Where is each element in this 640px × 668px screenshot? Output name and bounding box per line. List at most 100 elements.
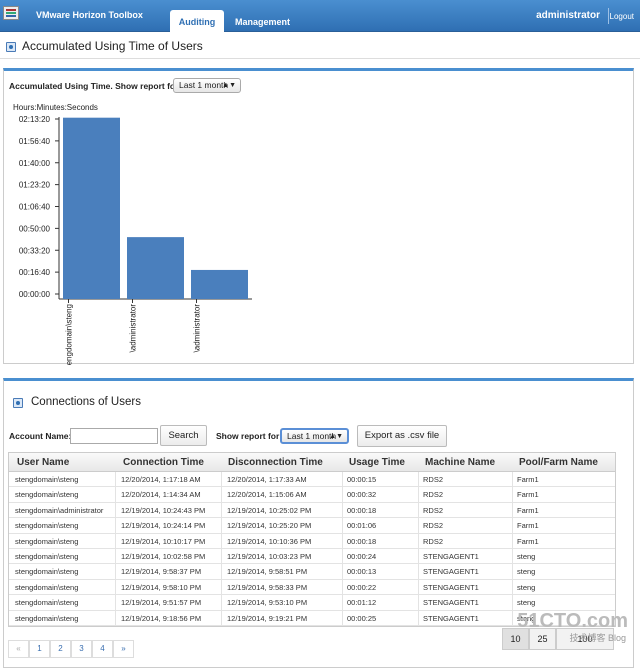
table-row[interactable]: stengdomain\steng 12/20/2014, 1:17:18 AM 1… xyxy=(9,472,615,488)
select-arrows-icon: ▲▼ xyxy=(329,433,343,440)
cell-pool-farm-name: steng xyxy=(517,582,536,592)
table-row[interactable]: stengdomain\administrator 12/19/2014, 10:… xyxy=(9,503,615,519)
app-title: VMware Horizon Toolbox xyxy=(36,10,143,20)
cell-machine-name: STENGAGENT1 xyxy=(423,567,479,577)
cell-user-name: stengdomain\steng xyxy=(15,475,79,484)
connections-report-label: Show report for: xyxy=(216,431,283,441)
cell-disconnection-time: 12/20/2014, 1:15:06 AM xyxy=(227,490,307,500)
cell-machine-name: RDS2 xyxy=(423,536,444,546)
cell-user-name: stengdomain\steng xyxy=(15,598,79,608)
usage-report-label: Accumulated Using Time. Show report for: xyxy=(9,81,182,91)
cell-disconnection-time: 12/19/2014, 9:58:33 PM xyxy=(227,582,308,592)
y-tick-label: 00:33:20 xyxy=(19,246,51,255)
cell-user-name: stengdomain\steng xyxy=(15,613,79,623)
column-header-user-name[interactable]: User Name xyxy=(17,457,69,468)
cell-pool-farm-name: steng xyxy=(517,598,536,608)
cell-connection-time: 12/20/2014, 1:14:34 AM xyxy=(121,490,201,500)
cell-pool-farm-name: steng xyxy=(517,552,536,561)
account-name-input[interactable] xyxy=(70,428,158,444)
cell-usage-time: 00:00:18 xyxy=(347,505,377,515)
cell-connection-time: 12/19/2014, 10:24:14 PM xyxy=(121,521,206,531)
table-row[interactable]: stengdomain\steng 12/19/2014, 9:51:57 PM 1… xyxy=(9,595,615,611)
column-header-connection-time[interactable]: Connection Time xyxy=(123,457,204,468)
pagination-next[interactable]: » xyxy=(113,640,134,658)
table-row[interactable]: stengdomain\steng 12/20/2014, 1:14:34 AM 1… xyxy=(9,487,615,503)
y-tick-label: 00:16:40 xyxy=(19,268,51,277)
y-tick-label: 00:00:00 xyxy=(19,290,51,299)
pagination-page-1[interactable]: 1 xyxy=(29,640,50,658)
cell-usage-time: 00:00:25 xyxy=(347,613,377,623)
table-row[interactable]: stengdomain\steng 12/19/2014, 10:10:17 PM… xyxy=(9,534,615,549)
cell-disconnection-time: 12/19/2014, 9:58:51 PM xyxy=(227,567,308,577)
cell-user-name: stengdomain\steng xyxy=(15,582,79,592)
cell-connection-time: 12/19/2014, 9:18:56 PM xyxy=(121,613,202,623)
usage-period-select[interactable]: Last 1 month ▲▼ xyxy=(173,78,241,93)
cell-machine-name: RDS2 xyxy=(423,521,444,531)
x-tick-label: \administrator xyxy=(129,304,138,353)
cell-disconnection-time: 12/19/2014, 10:10:36 PM xyxy=(227,536,312,546)
export-csv-button[interactable]: Export as .csv file xyxy=(357,425,447,447)
cell-pool-farm-name: Farm1 xyxy=(517,505,539,515)
cell-connection-time: 12/19/2014, 10:10:17 PM xyxy=(121,536,206,546)
connections-table-body: stengdomain\steng 12/20/2014, 1:17:18 AM 1… xyxy=(8,472,616,627)
cell-machine-name: RDS2 xyxy=(423,490,444,500)
cell-disconnection-time: 12/19/2014, 10:25:02 PM xyxy=(227,505,312,515)
x-tick-label: stengdomain\steng xyxy=(65,304,74,365)
cell-machine-name: STENGAGENT1 xyxy=(423,552,479,561)
chart-bar[interactable] xyxy=(127,237,184,299)
cell-connection-time: 12/19/2014, 10:24:43 PM xyxy=(121,505,206,515)
cell-usage-time: 00:00:32 xyxy=(347,490,377,500)
usage-period-value: Last 1 month xyxy=(179,80,229,90)
tab-management[interactable]: Management xyxy=(227,10,298,32)
y-tick-label: 00:50:00 xyxy=(19,224,51,233)
pagination-page-3[interactable]: 3 xyxy=(71,640,92,658)
table-row[interactable]: stengdomain\steng 12/19/2014, 10:24:14 PM… xyxy=(9,518,615,534)
chart-bar[interactable] xyxy=(63,117,120,299)
cell-usage-time: 00:01:06 xyxy=(347,521,377,531)
table-row[interactable]: stengdomain\steng 12/19/2014, 9:58:37 PM 1… xyxy=(9,564,615,580)
x-tick-label: \administrator xyxy=(193,304,202,353)
logout-link[interactable]: Logout xyxy=(610,12,634,21)
cell-pool-farm-name: Farm1 xyxy=(517,490,539,500)
cell-user-name: stengdomain\administrator xyxy=(15,505,104,515)
cell-user-name: stengdomain\steng xyxy=(15,567,79,577)
cell-user-name: stengdomain\steng xyxy=(15,521,79,531)
cell-user-name: stengdomain\steng xyxy=(15,536,79,546)
cell-disconnection-time: 12/19/2014, 9:53:10 PM xyxy=(227,598,308,608)
section-collapse-icon[interactable] xyxy=(13,398,23,408)
tab-auditing[interactable]: Auditing xyxy=(170,10,224,33)
chart-bar[interactable] xyxy=(191,269,248,299)
cell-usage-time: 00:00:15 xyxy=(347,475,377,484)
connections-section-header: Connections of Users xyxy=(4,391,634,415)
y-tick-label: 01:23:20 xyxy=(19,181,51,190)
pagination-page-4[interactable]: 4 xyxy=(92,640,113,658)
cell-machine-name: STENGAGENT1 xyxy=(423,613,479,623)
pagination-page-2[interactable]: 2 xyxy=(50,640,71,658)
column-header-usage-time[interactable]: Usage Time xyxy=(349,457,405,468)
connections-section-title: Connections of Users xyxy=(31,396,141,408)
column-header-disconnection-time[interactable]: Disconnection Time xyxy=(228,457,323,468)
cell-machine-name: RDS2 xyxy=(423,505,444,515)
cell-user-name: stengdomain\steng xyxy=(15,552,79,561)
cell-connection-time: 12/19/2014, 9:51:57 PM xyxy=(121,598,202,608)
column-header-pool-farm-name[interactable]: Pool/Farm Name xyxy=(519,457,598,468)
y-tick-label: 02:13:20 xyxy=(19,115,51,124)
connections-period-select[interactable]: Last 1 month ▲▼ xyxy=(280,428,349,444)
account-name-label: Account Name: xyxy=(9,431,72,441)
cell-pool-farm-name: Farm1 xyxy=(517,475,539,484)
y-tick-label: 01:56:40 xyxy=(19,137,51,146)
section-collapse-icon[interactable] xyxy=(6,42,16,52)
pagination-prev[interactable]: « xyxy=(8,640,29,658)
cell-disconnection-time: 12/19/2014, 10:25:20 PM xyxy=(227,521,312,531)
select-arrows-icon: ▲▼ xyxy=(222,82,236,89)
cell-machine-name: STENGAGENT1 xyxy=(423,582,479,592)
current-user: administrator xyxy=(536,10,600,21)
search-button[interactable]: Search xyxy=(160,425,207,446)
column-header-machine-name[interactable]: Machine Name xyxy=(425,457,495,468)
table-row[interactable]: stengdomain\steng 12/19/2014, 9:58:10 PM 1… xyxy=(9,580,615,596)
cell-machine-name: STENGAGENT1 xyxy=(423,598,479,608)
cell-connection-time: 12/19/2014, 10:02:58 PM xyxy=(121,552,206,561)
top-navigation-bar: VMware Horizon Toolbox Auditing Manageme… xyxy=(0,0,640,33)
y-tick-label: 01:06:40 xyxy=(19,203,51,212)
table-row[interactable]: stengdomain\steng 12/19/2014, 10:02:58 PM… xyxy=(9,549,615,565)
